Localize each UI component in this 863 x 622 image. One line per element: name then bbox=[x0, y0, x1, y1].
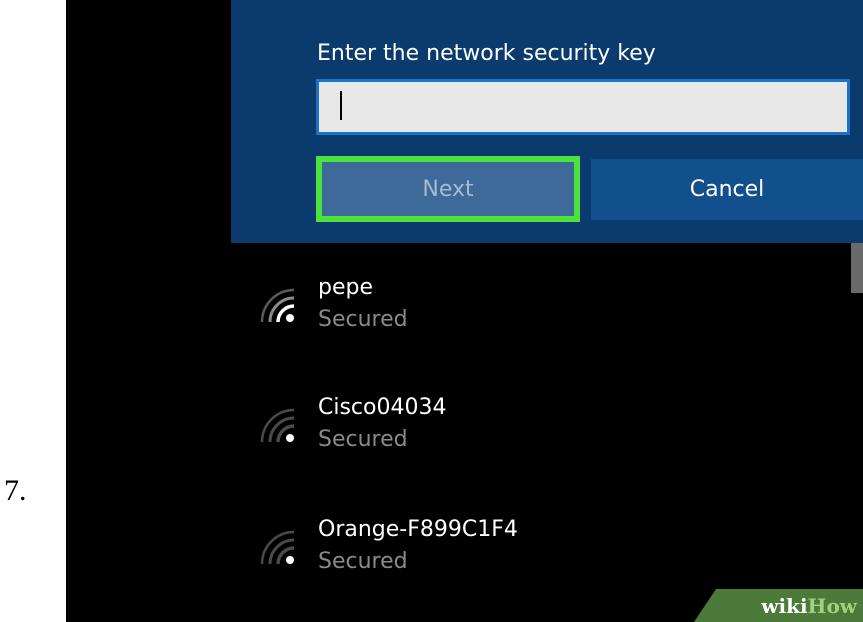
wifi-signal-icon bbox=[260, 530, 295, 565]
security-key-prompt: Enter the network security key bbox=[317, 41, 656, 66]
watermark-how: How bbox=[807, 593, 857, 618]
wifi-signal-icon bbox=[260, 288, 295, 323]
wikihow-watermark: wiki How bbox=[694, 589, 863, 622]
network-status: Secured bbox=[318, 549, 408, 574]
cancel-button[interactable]: Cancel bbox=[591, 159, 863, 220]
watermark-wiki: wiki bbox=[761, 593, 808, 618]
step-number: 7. bbox=[4, 474, 27, 507]
network-item-cisco04034[interactable]: Cisco04034 Secured bbox=[256, 394, 816, 464]
network-item-pepe[interactable]: pepe Secured bbox=[256, 274, 816, 344]
scrollbar-thumb[interactable] bbox=[851, 243, 863, 293]
text-caret bbox=[340, 91, 342, 120]
network-status: Secured bbox=[318, 307, 408, 332]
security-key-dialog: Enter the network security key Next Canc… bbox=[231, 0, 863, 243]
wifi-flyout: Enter the network security key Next Canc… bbox=[66, 0, 863, 622]
security-key-input[interactable] bbox=[316, 79, 850, 135]
network-name: pepe bbox=[318, 275, 373, 300]
network-name: Orange-F899C1F4 bbox=[318, 517, 518, 542]
wifi-signal-icon bbox=[260, 408, 295, 443]
network-name: Cisco04034 bbox=[318, 395, 447, 420]
next-button[interactable]: Next bbox=[316, 156, 580, 222]
network-status: Secured bbox=[318, 427, 408, 452]
network-item-orange-f899c1f4[interactable]: Orange-F899C1F4 Secured bbox=[256, 516, 816, 586]
